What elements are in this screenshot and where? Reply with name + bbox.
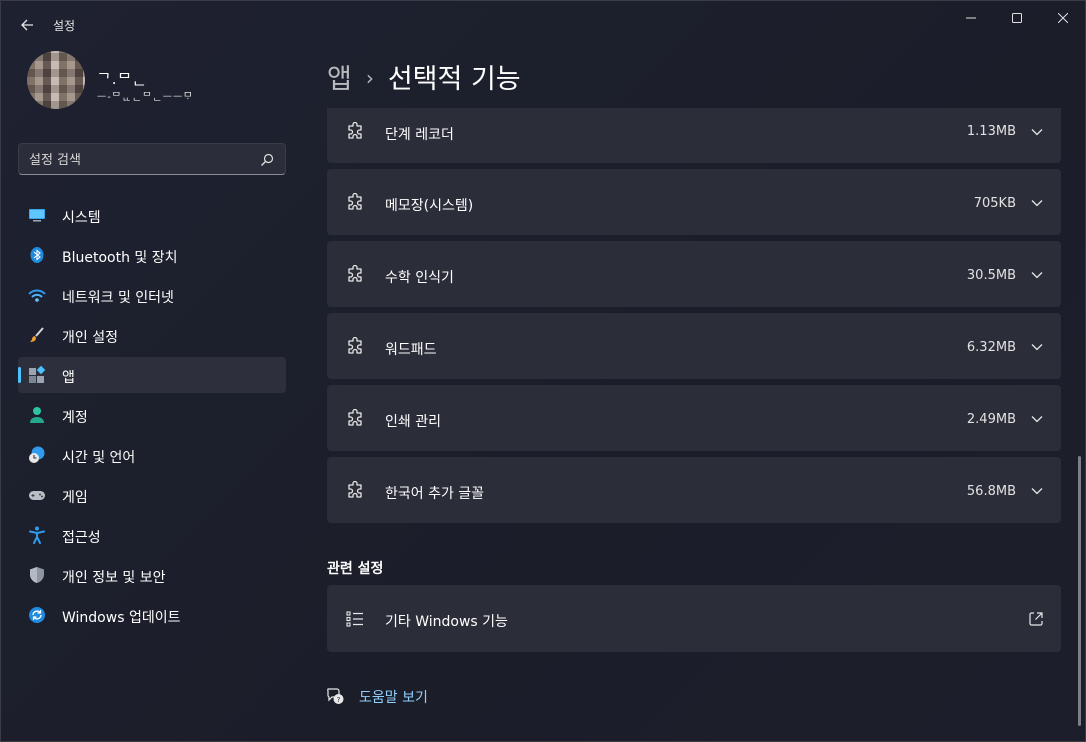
optional-features-list: 단계 레코더 1.13MB 메모장(시스템) 705KB 수학 인식기 30.5… [327,108,1061,529]
close-button[interactable] [1040,1,1086,35]
sidebar-item-label: 계정 [62,410,88,426]
sidebar-item-label: Windows 업데이트 [62,610,181,626]
sidebar-item-windows-update[interactable]: Windows 업데이트 [18,597,286,633]
external-link-icon [1029,612,1043,626]
chevron-down-icon[interactable] [1030,412,1044,426]
feature-card[interactable]: 수학 인식기 30.5MB [327,241,1061,307]
page-title: 선택적 기능 [387,64,521,95]
chevron-down-icon[interactable] [1030,484,1044,498]
feature-size: 30.5MB [966,268,1016,283]
sidebar-item-privacy[interactable]: 개인 정보 및 보안 [18,557,286,593]
sidebar-item-bluetooth[interactable]: Bluetooth 및 장치 [18,237,286,273]
user-email: ᅳ-ᄆᆫᆫᆫᄆᆫᅳᅳᄆᆞ [97,92,194,103]
user-name: ᄀ.ᄆᆫ [97,70,148,88]
svg-text:?: ? [337,696,341,704]
title-bar: 설정 [1,1,1086,49]
sidebar-item-accessibility[interactable]: 접근성 [18,517,286,553]
list-icon [346,611,363,627]
accessibility-icon [29,526,45,544]
minimize-button[interactable] [948,1,994,35]
help-label: 도움말 보기 [359,690,428,706]
sidebar-item-system[interactable]: 시스템 [18,197,286,233]
search-icon[interactable] [259,152,275,168]
back-arrow-icon [21,19,33,31]
shield-icon [30,567,44,583]
sidebar-item-label: 개인 정보 및 보안 [62,570,166,586]
feature-size: 705KB [973,196,1016,211]
feature-name: 단계 레코더 [385,127,454,143]
search-input[interactable] [29,150,249,170]
feature-name: 한국어 추가 글꼴 [385,486,485,502]
feature-card[interactable]: 한국어 추가 글꼴 56.8MB [327,457,1061,523]
gamepad-icon [29,491,45,500]
sidebar-item-label: 개인 설정 [62,330,118,346]
sidebar-item-time-language[interactable]: 시간 및 언어 [18,437,286,473]
system-icon [29,209,45,222]
wifi-icon [28,289,46,302]
sidebar-item-network[interactable]: 네트워크 및 인터넷 [18,277,286,313]
chevron-down-icon[interactable] [1030,268,1044,282]
maximize-icon [1012,13,1022,23]
puzzle-icon [348,409,362,426]
feature-name: 메모장(시스템) [385,198,474,214]
puzzle-icon [348,337,362,354]
sidebar-item-label: Bluetooth 및 장치 [62,250,178,266]
feature-size: 1.13MB [966,124,1016,139]
chevron-down-icon[interactable] [1030,340,1044,354]
help-icon: ? [327,688,344,704]
settings-window: 설정 ᄀ.ᄆᆫ ᅳ-ᄆᆫᆫᆫᄆᆫᅳᅳᄆᆞ 시스템 [0,0,1086,742]
apps-icon [29,366,46,383]
breadcrumb-parent-link[interactable]: 앱 [327,64,352,95]
avatar[interactable] [27,51,85,109]
feature-size: 2.49MB [966,412,1016,427]
feature-card[interactable]: 워드패드 6.32MB [327,313,1061,379]
feature-name: 워드패드 [385,342,437,358]
sidebar-item-label: 게임 [62,490,88,506]
puzzle-icon [348,265,362,282]
puzzle-icon [348,122,362,139]
more-windows-features-link[interactable]: 기타 Windows 기능 [327,585,1061,652]
clock-globe-icon [29,446,45,463]
feature-size: 56.8MB [966,484,1016,499]
sidebar-item-accounts[interactable]: 계정 [18,397,286,433]
sidebar-item-label: 접근성 [62,530,101,546]
sidebar-item-label: 앱 [62,370,75,386]
person-icon [30,407,44,423]
close-icon [1058,13,1068,23]
update-icon [29,607,45,623]
feature-name: 수학 인식기 [385,270,454,286]
minimize-icon [966,17,976,19]
sidebar-item-label: 시스템 [62,210,101,226]
chevron-down-icon[interactable] [1030,196,1044,210]
back-button[interactable] [13,11,41,39]
feature-size: 6.32MB [966,340,1016,355]
breadcrumb-separator: › [365,66,374,90]
sidebar-item-apps[interactable]: 앱 [18,357,286,393]
bluetooth-icon [30,247,44,263]
related-settings-heading: 관련 설정 [327,561,384,577]
sidebar-nav: 시스템 Bluetooth 및 장치 네트워크 및 인터넷 개인 설정 앱 계정… [18,197,286,637]
feature-card[interactable]: 단계 레코더 1.13MB [327,108,1061,163]
scrollbar[interactable] [1078,456,1081,726]
feature-card[interactable]: 메모장(시스템) 705KB [327,169,1061,235]
feature-card[interactable]: 인쇄 관리 2.49MB [327,385,1061,451]
brush-icon [30,327,44,342]
related-item-label: 기타 Windows 기능 [385,614,508,630]
feature-name: 인쇄 관리 [385,414,441,430]
chevron-down-icon[interactable] [1030,125,1044,139]
breadcrumb: 앱 › 선택적 기능 [327,57,521,96]
sidebar-item-label: 네트워크 및 인터넷 [62,290,174,306]
app-title: 설정 [53,19,76,33]
sidebar-item-label: 시간 및 언어 [62,450,136,466]
maximize-button[interactable] [994,1,1040,35]
sidebar-item-personalization[interactable]: 개인 설정 [18,317,286,353]
sidebar-item-gaming[interactable]: 게임 [18,477,286,513]
puzzle-icon [348,481,362,498]
settings-search [18,143,286,175]
puzzle-icon [348,193,362,210]
